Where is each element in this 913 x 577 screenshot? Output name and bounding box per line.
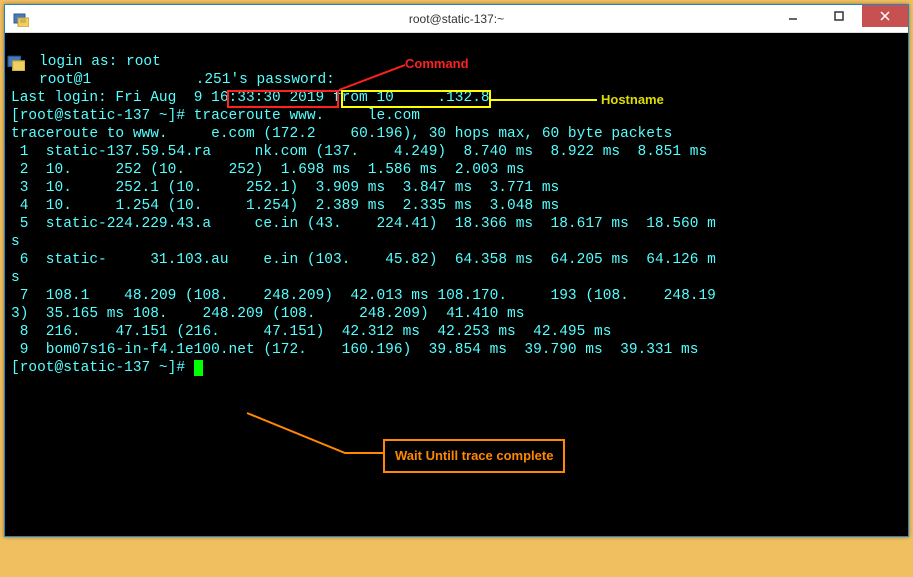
terminal-line: login as: root: [39, 54, 161, 70]
terminal-line: 160.196) 39.854 ms 39.790 ms 39.331 ms: [342, 342, 699, 358]
terminal-line: 248.19: [664, 288, 716, 304]
redacted: xxxxx: [394, 89, 438, 107]
terminal-line: 5 static-224.229.43.a: [11, 216, 211, 232]
window-title: root@static-137:~: [409, 12, 504, 26]
terminal-line: 252 (10.: [115, 162, 185, 178]
terminal-line: 48.209 (108.: [124, 288, 228, 304]
terminal-line: 9 bom07s16-in-f4.1e100.net (172.: [11, 342, 307, 358]
redacted: xxxxx: [316, 305, 360, 323]
close-button[interactable]: [862, 5, 908, 27]
redacted: xxxxx: [72, 161, 116, 179]
terminal-prompt: [root@static-137 ~]#: [11, 360, 194, 376]
redacted: xxxx: [307, 341, 342, 359]
redacted: xxxxx: [507, 287, 551, 305]
terminal-line: 252.1) 3.909 ms 3.847 ms 3.771 ms: [246, 180, 559, 196]
terminal-line: 47.151) 42.312 ms 42.253 ms 42.495 ms: [263, 324, 611, 340]
redacted: xxxx: [168, 305, 203, 323]
terminal-line: Last login: Fri Aug 9 16:33:30 2019 from…: [11, 90, 394, 106]
command-text: traceroute: [194, 108, 290, 124]
redacted: xxxx: [342, 215, 377, 233]
terminal-line: 7 108.1: [11, 288, 89, 304]
redacted: xxxxx: [72, 179, 116, 197]
terminal-line: 1.254) 2.389 ms 2.335 ms 3.048 ms: [246, 198, 559, 214]
terminal-line: 47.151 (216.: [115, 324, 219, 340]
terminal-line: s: [11, 234, 20, 250]
maximize-icon: [834, 11, 844, 21]
terminal-line: 4 10.: [11, 198, 72, 214]
terminal-line: .132.8: [437, 90, 489, 106]
terminal-line: 6 static-: [11, 252, 107, 268]
redacted: xxxx: [81, 323, 116, 341]
terminal-line: 248.209 (108.: [202, 306, 315, 322]
terminal-body[interactable]: login as: root root@1xxxxxxxxxxxx.251's …: [5, 33, 908, 577]
terminal-line: 248.209) 42.013 ms 108.170.: [263, 288, 507, 304]
redacted: xxxxx: [72, 197, 116, 215]
putty-corner-icon2: [7, 53, 25, 77]
close-icon: [880, 11, 890, 21]
terminal-line: 45.82) 64.358 ms 64.205 ms 64.126 m: [385, 252, 716, 268]
terminal-line: 4.249) 8.740 ms 8.922 ms 8.851 ms: [394, 144, 707, 160]
terminal-line: traceroute to www.: [11, 126, 168, 142]
redacted: xxxx: [359, 143, 394, 161]
redacted: xxxx: [316, 125, 351, 143]
terminal-line: ce.in (43.: [255, 216, 342, 232]
maximize-button[interactable]: [816, 5, 862, 27]
redacted: xxxx: [89, 287, 124, 305]
redacted: xxxx: [350, 251, 385, 269]
titlebar: root@static-137:~: [5, 5, 908, 33]
terminal-line: 3 10.: [11, 180, 72, 196]
redacted: xxxxx: [211, 143, 255, 161]
redacted: xxxxx: [202, 179, 246, 197]
redacted: xxxx: [229, 287, 264, 305]
terminal-line: root@1: [39, 72, 91, 88]
redacted: xxxxx: [220, 323, 264, 341]
terminal-line: 31.103.au: [150, 252, 228, 268]
putty-icon: [13, 11, 29, 27]
minimize-button[interactable]: [770, 5, 816, 27]
terminal-line: s: [11, 270, 20, 286]
redacted: xxxxxxxxxxxx: [91, 71, 195, 89]
terminal-line: e.com (172.2: [211, 126, 315, 142]
terminal-line: 1.254 (10.: [115, 198, 202, 214]
wait-label-box: Wait Untill trace complete: [383, 439, 565, 473]
redacted: xxxx: [229, 251, 264, 269]
terminal-line: e.in (103.: [263, 252, 350, 268]
terminal-line: 193 (108.: [551, 288, 629, 304]
hostname-label: Hostname: [601, 91, 664, 109]
redacted: xxxxx: [107, 251, 151, 269]
terminal-line: 3) 35.165 ms 108.: [11, 306, 168, 322]
redacted: xxxxx: [168, 125, 212, 143]
redacted: xxxxx: [324, 107, 368, 125]
window-controls: [770, 5, 908, 27]
minimize-icon: [788, 11, 798, 21]
redacted: xxxx: [629, 287, 664, 305]
terminal-line: 252.1 (10.: [115, 180, 202, 196]
terminal-line: 248.209) 41.410 ms: [359, 306, 524, 322]
terminal-prompt: [root@static-137 ~]#: [11, 108, 194, 124]
terminal-window: root@static-137:~ login as: root root@1x…: [4, 4, 909, 537]
terminal-line: nk.com (137.: [255, 144, 359, 160]
terminal-line: 60.196), 30 hops max, 60 byte packets: [350, 126, 672, 142]
redacted: xxxxx: [202, 197, 246, 215]
redacted: xxxxx: [211, 215, 255, 233]
command-label: Command: [405, 55, 469, 73]
terminal-line: 2 10.: [11, 162, 72, 178]
terminal-line: .251's password:: [196, 72, 335, 88]
terminal-line: 1 static-137.59.54.ra: [11, 144, 211, 160]
terminal-line: 224.41) 18.366 ms 18.617 ms 18.560 m: [376, 216, 715, 232]
terminal-line: 8 216.: [11, 324, 81, 340]
hostname-text: le.com: [368, 108, 420, 124]
redacted: xxxxx: [185, 161, 229, 179]
hostname-text: www.: [289, 108, 324, 124]
cursor: [194, 360, 203, 376]
terminal-line: 252) 1.698 ms 1.586 ms 2.003 ms: [229, 162, 525, 178]
